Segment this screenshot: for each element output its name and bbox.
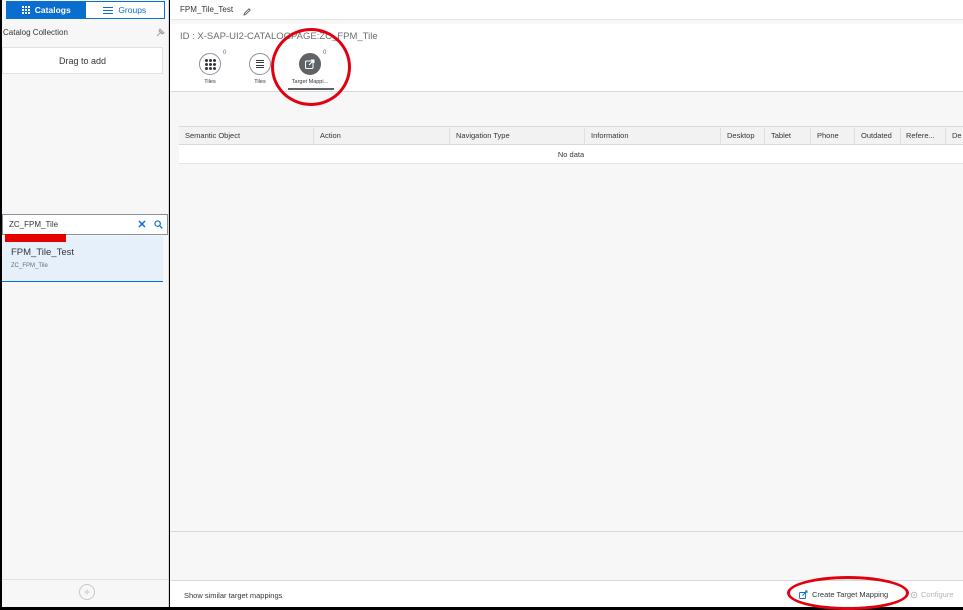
tab-label: Tiles bbox=[254, 79, 266, 85]
list-item-title: FPM_Tile_Test bbox=[11, 247, 74, 258]
left-pane: Catalogs Groups Catalog Collection Drag … bbox=[0, 0, 169, 607]
configure-button[interactable]: Configure bbox=[910, 590, 954, 599]
tab-tiles-list[interactable]: Tiles bbox=[236, 50, 286, 92]
app-root: Catalogs Groups Catalog Collection Drag … bbox=[0, 0, 963, 610]
column-separator bbox=[584, 128, 585, 144]
column-header[interactable]: Phone bbox=[817, 131, 839, 140]
column-header[interactable]: Outdated bbox=[861, 131, 892, 140]
catalogs-tab-label: Catalogs bbox=[34, 5, 71, 15]
tiles-grid-icon bbox=[199, 53, 221, 75]
list-item[interactable]: FPM_Tile_Test ZC_FPM_Tile bbox=[2, 236, 163, 282]
edit-pencil-icon[interactable] bbox=[242, 4, 252, 16]
target-mapping-icon bbox=[299, 53, 321, 75]
table-header: Semantic Object Action Navigation Type I… bbox=[179, 126, 963, 145]
column-separator bbox=[720, 128, 721, 144]
no-data-text: No data bbox=[557, 149, 585, 159]
list-lines-icon bbox=[249, 53, 271, 75]
grid-icon bbox=[21, 6, 30, 14]
catalog-id: ID : X-SAP-UI2-CATALOGPAGE:ZC_FPM_Tile bbox=[180, 31, 378, 42]
column-separator bbox=[900, 128, 901, 144]
column-separator bbox=[764, 128, 765, 144]
column-separator bbox=[945, 128, 946, 144]
tab-count: 0 bbox=[223, 50, 227, 56]
column-header[interactable]: Tablet bbox=[771, 131, 791, 140]
menu-icon bbox=[103, 6, 114, 14]
title-bar: FPM_Tile_Test bbox=[170, 0, 963, 20]
footer-toolbar: Show similar target mappings Create Targ… bbox=[170, 580, 963, 607]
tab-label: Tiles bbox=[204, 79, 216, 85]
column-header[interactable]: De bbox=[952, 131, 962, 140]
show-similar-mappings-link[interactable]: Show similar target mappings bbox=[184, 591, 282, 600]
catalogs-tab-button[interactable]: Catalogs bbox=[7, 2, 86, 18]
tab-target-mappings[interactable]: 0 Target Mappi... bbox=[286, 50, 336, 92]
column-separator bbox=[810, 128, 811, 144]
tab-tiles[interactable]: 0 Tiles bbox=[186, 50, 236, 92]
column-header[interactable]: Action bbox=[320, 131, 341, 140]
column-header[interactable]: Navigation Type bbox=[456, 131, 510, 140]
object-header: ID : X-SAP-UI2-CATALOGPAGE:ZC_FPM_Tile 0… bbox=[170, 24, 963, 92]
groups-tab-label: Groups bbox=[118, 5, 147, 15]
column-header[interactable]: Semantic Object bbox=[185, 131, 240, 140]
target-mappings-table: Semantic Object Action Navigation Type I… bbox=[179, 126, 963, 164]
table-empty-row: No data bbox=[179, 145, 963, 164]
view-switcher: Catalogs Groups bbox=[6, 1, 165, 19]
create-target-mapping-button[interactable]: Create Target Mapping bbox=[799, 590, 888, 599]
create-mapping-icon bbox=[799, 590, 808, 599]
list-item-subtitle: ZC_FPM_Tile bbox=[11, 263, 48, 269]
drag-to-add-zone[interactable]: Drag to add bbox=[2, 47, 163, 74]
search-input[interactable]: ZC_FPM_Tile bbox=[3, 220, 135, 229]
column-header[interactable]: Information bbox=[591, 131, 629, 140]
catalog-search-field[interactable]: ZC_FPM_Tile ✕ bbox=[2, 214, 168, 235]
detail-pane: FPM_Tile_Test ID : X-SAP-UI2-CATALOGPAGE… bbox=[170, 0, 963, 607]
tab-label: Target Mappi... bbox=[291, 79, 329, 85]
tab-selected-indicator bbox=[288, 88, 334, 90]
create-target-mapping-label: Create Target Mapping bbox=[812, 590, 889, 599]
column-separator bbox=[854, 128, 855, 144]
column-separator bbox=[449, 128, 450, 144]
pin-icon[interactable] bbox=[155, 28, 165, 38]
window-edge bbox=[0, 0, 2, 607]
drag-to-add-label: Drag to add bbox=[58, 55, 107, 66]
configure-label: Configure bbox=[921, 590, 954, 599]
catalog-title: FPM_Tile_Test bbox=[180, 5, 234, 14]
content-divider bbox=[170, 531, 963, 532]
groups-tab-button[interactable]: Groups bbox=[85, 2, 164, 18]
left-footer: + bbox=[2, 579, 168, 607]
column-header[interactable]: Refere... bbox=[906, 131, 935, 140]
clear-icon[interactable]: ✕ bbox=[135, 218, 149, 231]
search-icon[interactable] bbox=[149, 220, 167, 229]
column-header[interactable]: Desktop bbox=[727, 131, 755, 140]
configure-icon bbox=[910, 591, 918, 598]
redaction-mark bbox=[5, 234, 66, 242]
add-icon[interactable]: + bbox=[79, 584, 95, 600]
column-separator bbox=[313, 128, 314, 144]
catalog-collection-label: Catalog Collection bbox=[3, 28, 68, 37]
tab-count: 0 bbox=[323, 50, 327, 56]
